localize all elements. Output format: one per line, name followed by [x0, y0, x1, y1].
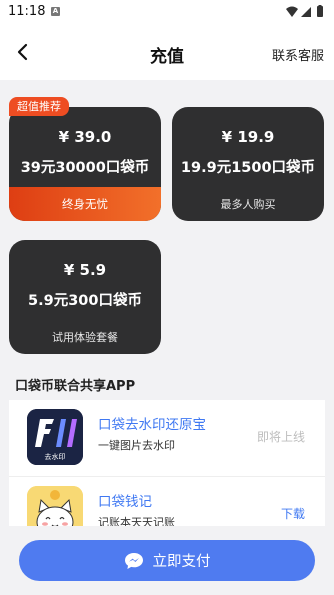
package-name: 5.9元300口袋币 — [28, 293, 142, 309]
app-row-pocket-ledger[interactable]: 口袋钱记 记账本天天记账 下载 — [9, 476, 325, 526]
status-bar: 11:18 A — [0, 0, 334, 24]
package-price: ¥ 19.9 — [221, 128, 275, 146]
cat-face-icon — [27, 486, 83, 526]
package-tag: 试用体验套餐 — [52, 331, 118, 344]
signal-battery-icons — [286, 5, 323, 17]
cell-signal-icon — [301, 7, 311, 17]
pay-now-button[interactable]: 立即支付 — [19, 540, 315, 581]
battery-icon — [317, 6, 323, 17]
download-link[interactable]: 下载 — [281, 505, 305, 522]
package-card-39[interactable]: ¥ 39.0 39元30000口袋币 终身无忧 — [9, 107, 161, 221]
package-card-19-9[interactable]: ¥ 19.9 19.9元1500口袋币 最多人购买 — [172, 107, 324, 221]
chat-bubble-icon — [124, 552, 143, 569]
app-name: 口袋钱记 — [98, 494, 152, 510]
package-price: ¥ 39.0 — [58, 128, 112, 146]
package-price: ¥ 5.9 — [63, 261, 107, 279]
notification-icon: A — [51, 7, 60, 16]
pay-now-label: 立即支付 — [152, 554, 211, 570]
package-name: 19.9元1500口袋币 — [180, 160, 316, 176]
app-desc: 一键图片去水印 — [98, 439, 175, 452]
nav-bar: 充值 联系客服 — [0, 24, 334, 80]
coming-soon-label: 即将上线 — [256, 430, 305, 444]
wifi-icon — [286, 6, 298, 17]
package-tag: 终身无忧 — [9, 187, 161, 221]
app-name: 口袋去水印还原宝 — [98, 417, 206, 433]
app-list: 去水印 口袋去水印还原宝 一键图片去水印 即将上线 口袋钱记 记账本天天记账 下… — [9, 400, 325, 526]
status-time: 11:18 — [8, 4, 46, 19]
contact-service-link[interactable]: 联系客服 — [272, 45, 324, 64]
recommend-badge: 超值推荐 — [9, 97, 69, 116]
package-tag: 最多人购买 — [220, 198, 276, 211]
app-row-watermark[interactable]: 去水印 口袋去水印还原宝 一键图片去水印 即将上线 — [9, 400, 325, 476]
watermark-remover-icon: 去水印 — [27, 409, 83, 465]
section-title: 口袋币联合共享APP — [15, 379, 136, 394]
app-desc: 记账本天天记账 — [98, 516, 175, 526]
app-icon-label: 去水印 — [44, 453, 66, 461]
package-name: 39元30000口袋币 — [20, 160, 150, 176]
package-card-5-9[interactable]: ¥ 5.9 5.9元300口袋币 试用体验套餐 — [9, 240, 161, 354]
